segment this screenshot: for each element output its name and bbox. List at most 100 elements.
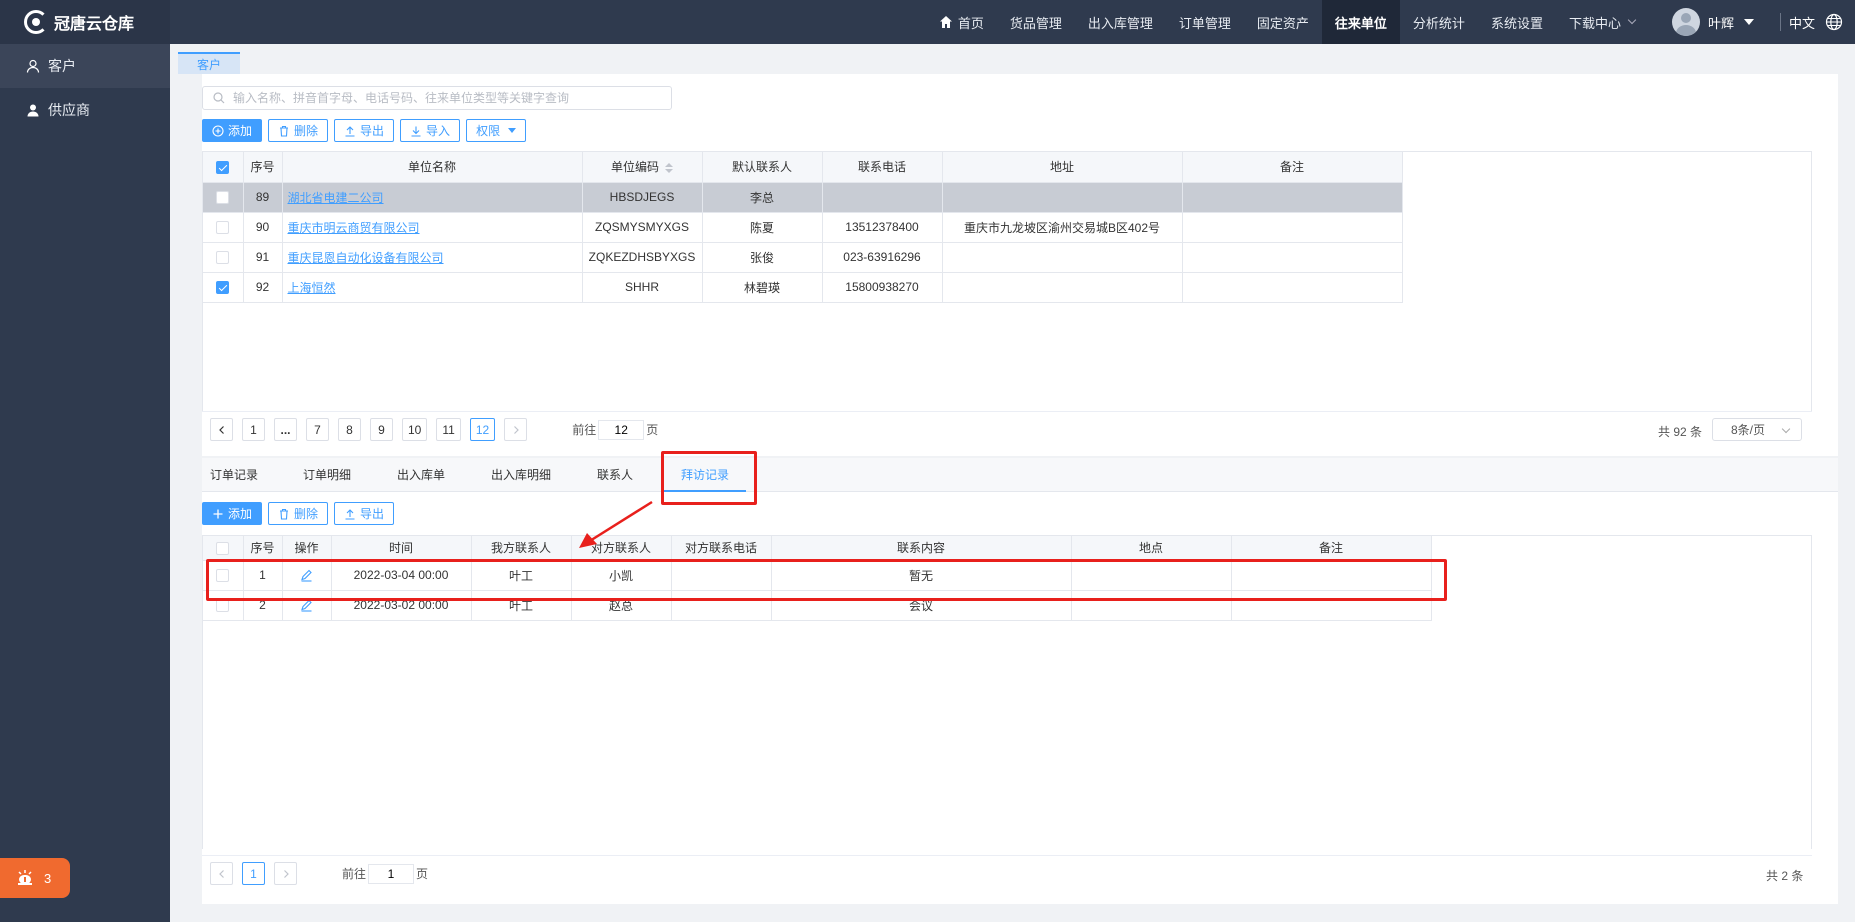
- page-button-current[interactable]: 1: [242, 862, 265, 885]
- select-all-checkbox[interactable]: [216, 541, 230, 555]
- company-link[interactable]: 重庆昆恩自动化设备有限公司: [288, 251, 444, 265]
- export-visit-button[interactable]: 导出: [334, 502, 395, 525]
- goto-page-input[interactable]: [598, 419, 645, 440]
- sidebar-item-supplier[interactable]: 供应商: [0, 88, 170, 132]
- chevron-right-icon: [283, 869, 289, 878]
- row-checkbox[interactable]: [216, 569, 230, 583]
- add-visit-button[interactable]: 添加: [202, 502, 263, 525]
- sort-icon[interactable]: [665, 163, 673, 174]
- goto-page-input[interactable]: [368, 863, 415, 884]
- avatar: [1671, 8, 1700, 36]
- nav-orders[interactable]: 订单管理: [1166, 0, 1244, 44]
- tab-inout-details[interactable]: 出入库明细: [491, 458, 551, 492]
- delete-button[interactable]: 删除: [268, 119, 329, 142]
- tab-inout-orders[interactable]: 出入库单: [397, 458, 445, 492]
- page-button[interactable]: 9: [370, 418, 393, 441]
- their-phone: [671, 560, 772, 591]
- row-checkbox[interactable]: [216, 221, 230, 235]
- user-menu[interactable]: 叶辉: [1648, 0, 1772, 44]
- table-row[interactable]: 1 2022-03-04 00:00 叶工 小凯 暂无: [203, 560, 1432, 591]
- plus-icon: [213, 509, 223, 518]
- import-button[interactable]: 导入: [400, 119, 461, 142]
- column-header-sortable[interactable]: 单位编码: [582, 152, 703, 183]
- next-page-button[interactable]: [274, 862, 297, 885]
- permission-dropdown[interactable]: 权限: [466, 119, 527, 142]
- tab-order-records[interactable]: 订单记录: [210, 458, 258, 492]
- row-checkbox[interactable]: [216, 251, 230, 265]
- nav-settings[interactable]: 系统设置: [1478, 0, 1556, 44]
- row-checkbox[interactable]: [216, 281, 230, 295]
- visit-time: 2022-03-04 00:00: [331, 560, 472, 591]
- default-contact: 李总: [702, 182, 823, 213]
- page-button[interactable]: 10: [402, 418, 428, 441]
- sidebar-item-label: 供应商: [48, 102, 90, 118]
- company-link[interactable]: 上海恒然: [288, 281, 336, 295]
- nav-download-center[interactable]: 下载中心: [1556, 0, 1648, 44]
- nav-goods[interactable]: 货品管理: [997, 0, 1075, 44]
- nav-analytics[interactable]: 分析统计: [1400, 0, 1478, 44]
- page-button[interactable]: 7: [306, 418, 329, 441]
- search-input[interactable]: [233, 91, 671, 105]
- notification-badge[interactable]: 3: [0, 858, 70, 898]
- search-box[interactable]: [202, 86, 672, 110]
- note: [1182, 212, 1403, 243]
- tab-order-details[interactable]: 订单明细: [303, 458, 351, 492]
- table-row[interactable]: 91 重庆昆恩自动化设备有限公司 ZQKEZDHSBYXGS 张俊 023-63…: [203, 242, 1403, 273]
- their-contact: 赵总: [571, 590, 672, 621]
- goto-page: 前往 页: [572, 419, 658, 440]
- sidebar-item-customer[interactable]: 客户: [0, 44, 170, 88]
- page-size-select[interactable]: 8条/页: [1712, 418, 1802, 441]
- row-checkbox[interactable]: [216, 191, 230, 205]
- nav-home[interactable]: 首页: [926, 0, 997, 44]
- table-row[interactable]: 2 2022-03-02 00:00 叶工 赵总 会议: [203, 590, 1432, 621]
- tab-contacts[interactable]: 联系人: [597, 458, 633, 492]
- delete-visit-button[interactable]: 删除: [268, 502, 329, 525]
- select-all[interactable]: [203, 152, 244, 183]
- table-row[interactable]: 90 重庆市明云商贸有限公司 ZQSMYSMYXGS 陈夏 1351237840…: [203, 212, 1403, 243]
- address: [942, 242, 1183, 273]
- column-header: 对方联系电话: [671, 536, 772, 561]
- company-link[interactable]: 湖北省电建二公司: [288, 191, 384, 205]
- sidebar-item-label: 客户: [48, 58, 76, 74]
- row-number: 2: [243, 590, 283, 621]
- company-link[interactable]: 重庆市明云商贸有限公司: [288, 221, 420, 235]
- alarm-icon: [18, 870, 32, 885]
- detail-toolbar: 添加 删除 导出: [202, 502, 400, 525]
- row-checkbox[interactable]: [216, 599, 230, 613]
- select-all[interactable]: [203, 536, 244, 561]
- page-ellipsis[interactable]: ...: [274, 418, 297, 441]
- app-logo[interactable]: 冠唐云仓库: [0, 0, 170, 44]
- select-all-checkbox[interactable]: [216, 160, 230, 174]
- column-header: 备注: [1182, 152, 1403, 183]
- prev-page-button[interactable]: [210, 418, 233, 441]
- page-button[interactable]: 1: [242, 418, 265, 441]
- page-tab-customer[interactable]: 客户: [178, 52, 240, 74]
- edit-icon[interactable]: [300, 568, 313, 582]
- page-button[interactable]: 11: [436, 418, 461, 441]
- toolbar: 添加 删除 导出 导入 权限: [202, 119, 532, 142]
- column-header: 序号: [243, 152, 283, 183]
- add-button[interactable]: 添加: [202, 119, 263, 142]
- edit-icon[interactable]: [300, 598, 313, 612]
- page-button-current[interactable]: 12: [469, 418, 496, 441]
- next-page-button[interactable]: [504, 418, 528, 441]
- export-button[interactable]: 导出: [334, 119, 395, 142]
- row-number: 89: [243, 182, 283, 213]
- table-row[interactable]: 89 湖北省电建二公司 HBSDJEGS 李总: [203, 182, 1403, 213]
- home-icon: [939, 16, 952, 28]
- language-switch[interactable]: 中文: [1789, 13, 1855, 32]
- nav-assets[interactable]: 固定资产: [1244, 0, 1322, 44]
- customer-panel: 添加 删除 导出 导入 权限 序号: [202, 74, 1838, 456]
- page-button[interactable]: 8: [338, 418, 361, 441]
- visit-place: [1071, 560, 1232, 591]
- nav-inout[interactable]: 出入库管理: [1075, 0, 1166, 44]
- address: [942, 182, 1183, 213]
- tab-visit-records[interactable]: 拜访记录: [664, 458, 746, 492]
- table-header: 序号 单位名称 单位编码 默认联系人 联系电话 地址 备注: [203, 152, 1403, 183]
- logo-icon: [24, 10, 48, 34]
- visit-table: 序号 操作 时间 我方联系人 对方联系人 对方联系电话 联系内容 地点 备注 1…: [202, 535, 1812, 849]
- visit-note: [1231, 590, 1432, 621]
- prev-page-button[interactable]: [210, 862, 233, 885]
- table-row[interactable]: 92 上海恒然 SHHR 林碧瑛 15800938270: [203, 272, 1403, 303]
- nav-partners[interactable]: 往来单位: [1321, 0, 1400, 44]
